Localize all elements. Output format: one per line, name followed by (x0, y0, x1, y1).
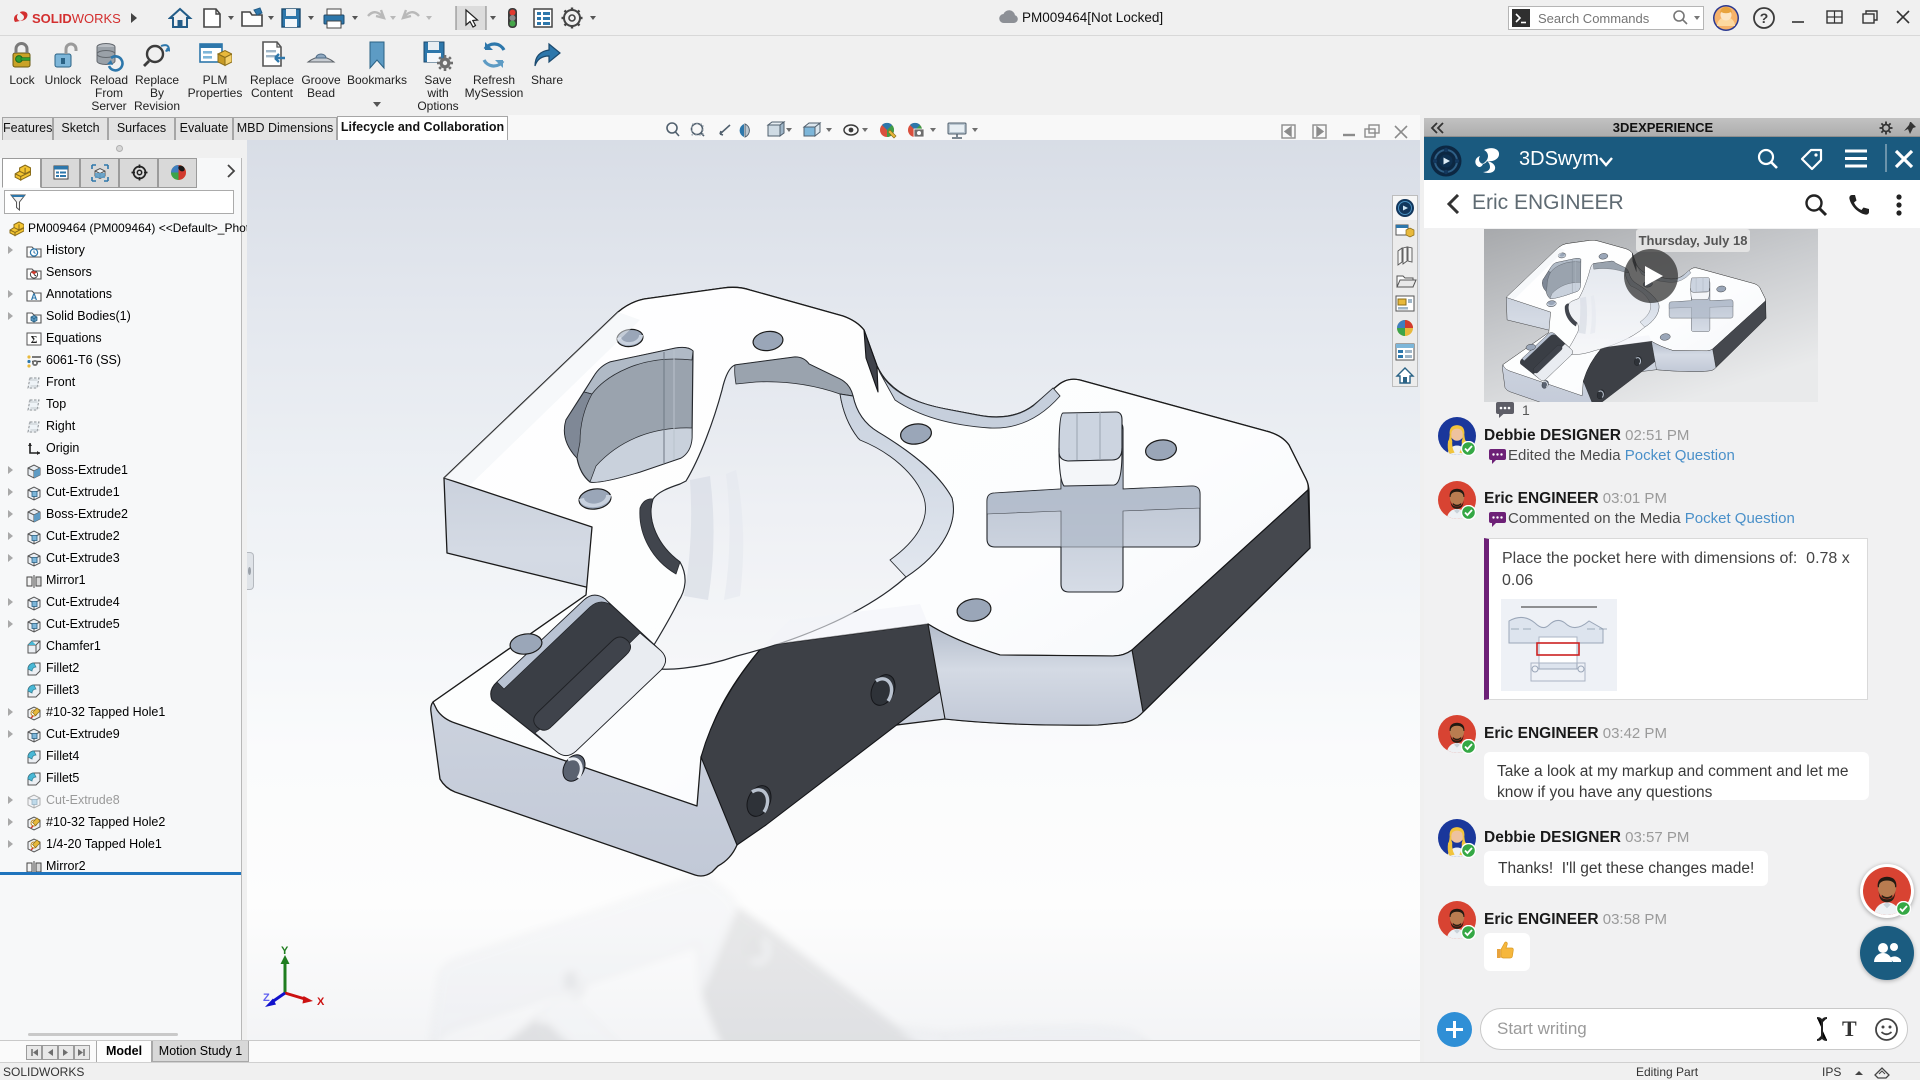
svg-text:Z: Z (263, 992, 270, 1004)
svg-text:Y: Y (281, 945, 289, 957)
svg-text:SOLIDWORKS: SOLIDWORKS (32, 11, 121, 26)
svg-text:?: ? (1760, 10, 1769, 26)
svg-text:X: X (317, 996, 325, 1008)
